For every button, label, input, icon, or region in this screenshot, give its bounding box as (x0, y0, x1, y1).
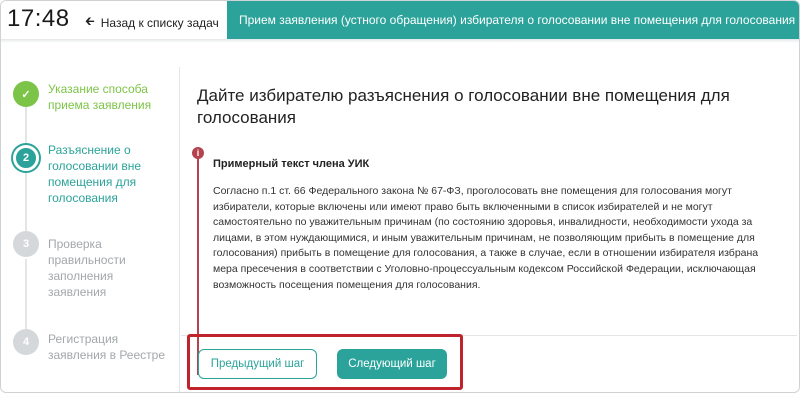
check-icon: ✓ (13, 81, 39, 107)
page-title: Прием заявления (устного обращения) изби… (239, 13, 796, 27)
stepper-sidebar: ✓ Указание способа приема заявления 2 Ра… (5, 67, 180, 392)
step-number: 4 (13, 329, 39, 355)
main-content: Дайте избирателю разъяснения о голосован… (181, 67, 797, 392)
back-to-tasks-link[interactable]: 🡰 Назад к списку задач (85, 12, 219, 33)
back-link-label: Назад к списку задач (100, 15, 219, 30)
arrow-left-icon: 🡰 (85, 14, 95, 28)
next-step-button[interactable]: Следующий шаг (337, 349, 447, 379)
step-label: Проверка правильности заполнения заявлен… (48, 237, 126, 299)
app-window: 17:48 🡰 Назад к списку задач Прием заявл… (0, 0, 800, 393)
section-title: Дайте избирателю разъяснения о голосован… (197, 86, 730, 127)
info-icon: i (192, 147, 204, 159)
note-text: Согласно п.1 ст. 66 Федерального закона … (213, 185, 759, 291)
step-label: Регистрация заявления в Реестре (48, 332, 165, 362)
uik-note: i Примерный текст члена УИК Согласно п.1… (192, 147, 789, 375)
step-number: 3 (13, 231, 39, 257)
step-connector (25, 259, 27, 329)
clock: 17:48 (7, 5, 70, 32)
header-shadow (1, 39, 799, 43)
divider (181, 335, 797, 336)
step-label: Разъяснение о голосовании вне помещения … (48, 143, 142, 205)
note-heading: Примерный текст члена УИК (213, 158, 370, 170)
header-title-bar: Прием заявления (устного обращения) изби… (227, 1, 799, 39)
step-label: Указание способа приема заявления (48, 82, 152, 112)
previous-step-button[interactable]: Предыдущий шаг (198, 349, 317, 379)
header: 17:48 🡰 Назад к списку задач Прием заявл… (1, 1, 799, 39)
step-number: 2 (13, 145, 39, 171)
note-accent-bar (197, 153, 199, 375)
